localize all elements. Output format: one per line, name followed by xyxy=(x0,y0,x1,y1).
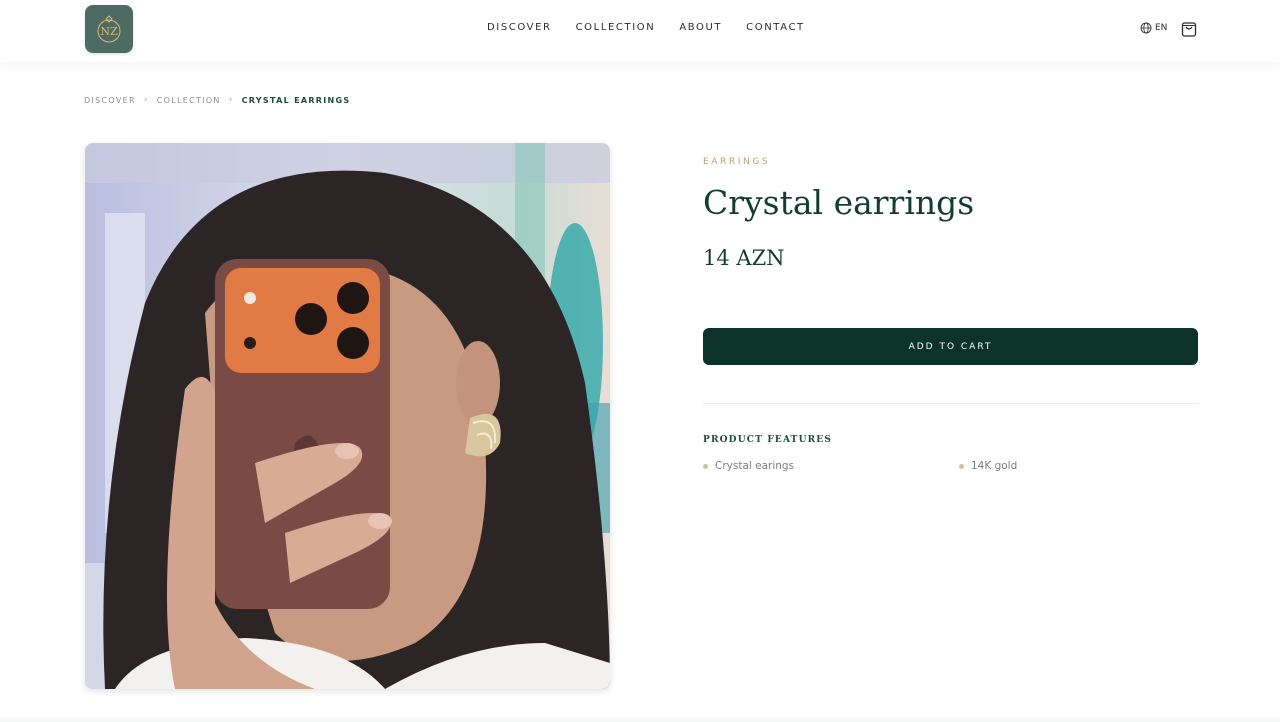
chevron-right-icon: › xyxy=(228,95,234,105)
globe-icon xyxy=(1140,22,1152,34)
feature-item: Crystal earings xyxy=(703,460,794,472)
shopping-bag-icon xyxy=(1181,22,1197,37)
features-title: PRODUCT FEATURES xyxy=(703,435,833,445)
nav-collection[interactable]: COLLECTION xyxy=(576,22,656,33)
cart-button[interactable] xyxy=(1180,20,1198,38)
product-title: Crystal earrings xyxy=(703,183,975,222)
feature-label: 14K gold xyxy=(971,460,1018,472)
svg-text:NZ: NZ xyxy=(100,25,118,38)
product-price: 14 AZN xyxy=(703,246,785,270)
bullet-dot-icon xyxy=(959,463,964,469)
product-photo-illustration xyxy=(85,143,610,689)
brand-logo[interactable]: NZ xyxy=(85,5,133,53)
nav-contact[interactable]: CONTACT xyxy=(746,22,805,33)
breadcrumb: DISCOVER › COLLECTION › CRYSTAL EARRINGS xyxy=(84,95,350,105)
nav-discover[interactable]: DISCOVER xyxy=(487,22,552,33)
bullet-dot-icon xyxy=(703,463,708,469)
product-photo xyxy=(85,143,610,689)
logo-mark-icon: NZ xyxy=(97,15,121,43)
main-nav: DISCOVER COLLECTION ABOUT CONTACT xyxy=(487,22,805,33)
divider xyxy=(703,403,1198,404)
feature-item: 14K gold xyxy=(959,460,1017,472)
language-switcher[interactable]: EN xyxy=(1140,22,1167,34)
language-label: EN xyxy=(1155,23,1168,33)
product-category: EARRINGS xyxy=(703,157,771,167)
chevron-right-icon: › xyxy=(143,95,149,105)
footer-edge xyxy=(0,716,1280,722)
breadcrumb-discover[interactable]: DISCOVER xyxy=(84,96,136,105)
breadcrumb-collection[interactable]: COLLECTION xyxy=(157,96,221,105)
add-to-cart-button[interactable]: ADD TO CART xyxy=(703,328,1198,365)
site-header: NZ DISCOVER COLLECTION ABOUT CONTACT EN xyxy=(0,0,1280,62)
feature-label: Crystal earings xyxy=(715,460,795,472)
breadcrumb-current: CRYSTAL EARRINGS xyxy=(241,95,351,105)
nav-about[interactable]: ABOUT xyxy=(679,22,722,33)
